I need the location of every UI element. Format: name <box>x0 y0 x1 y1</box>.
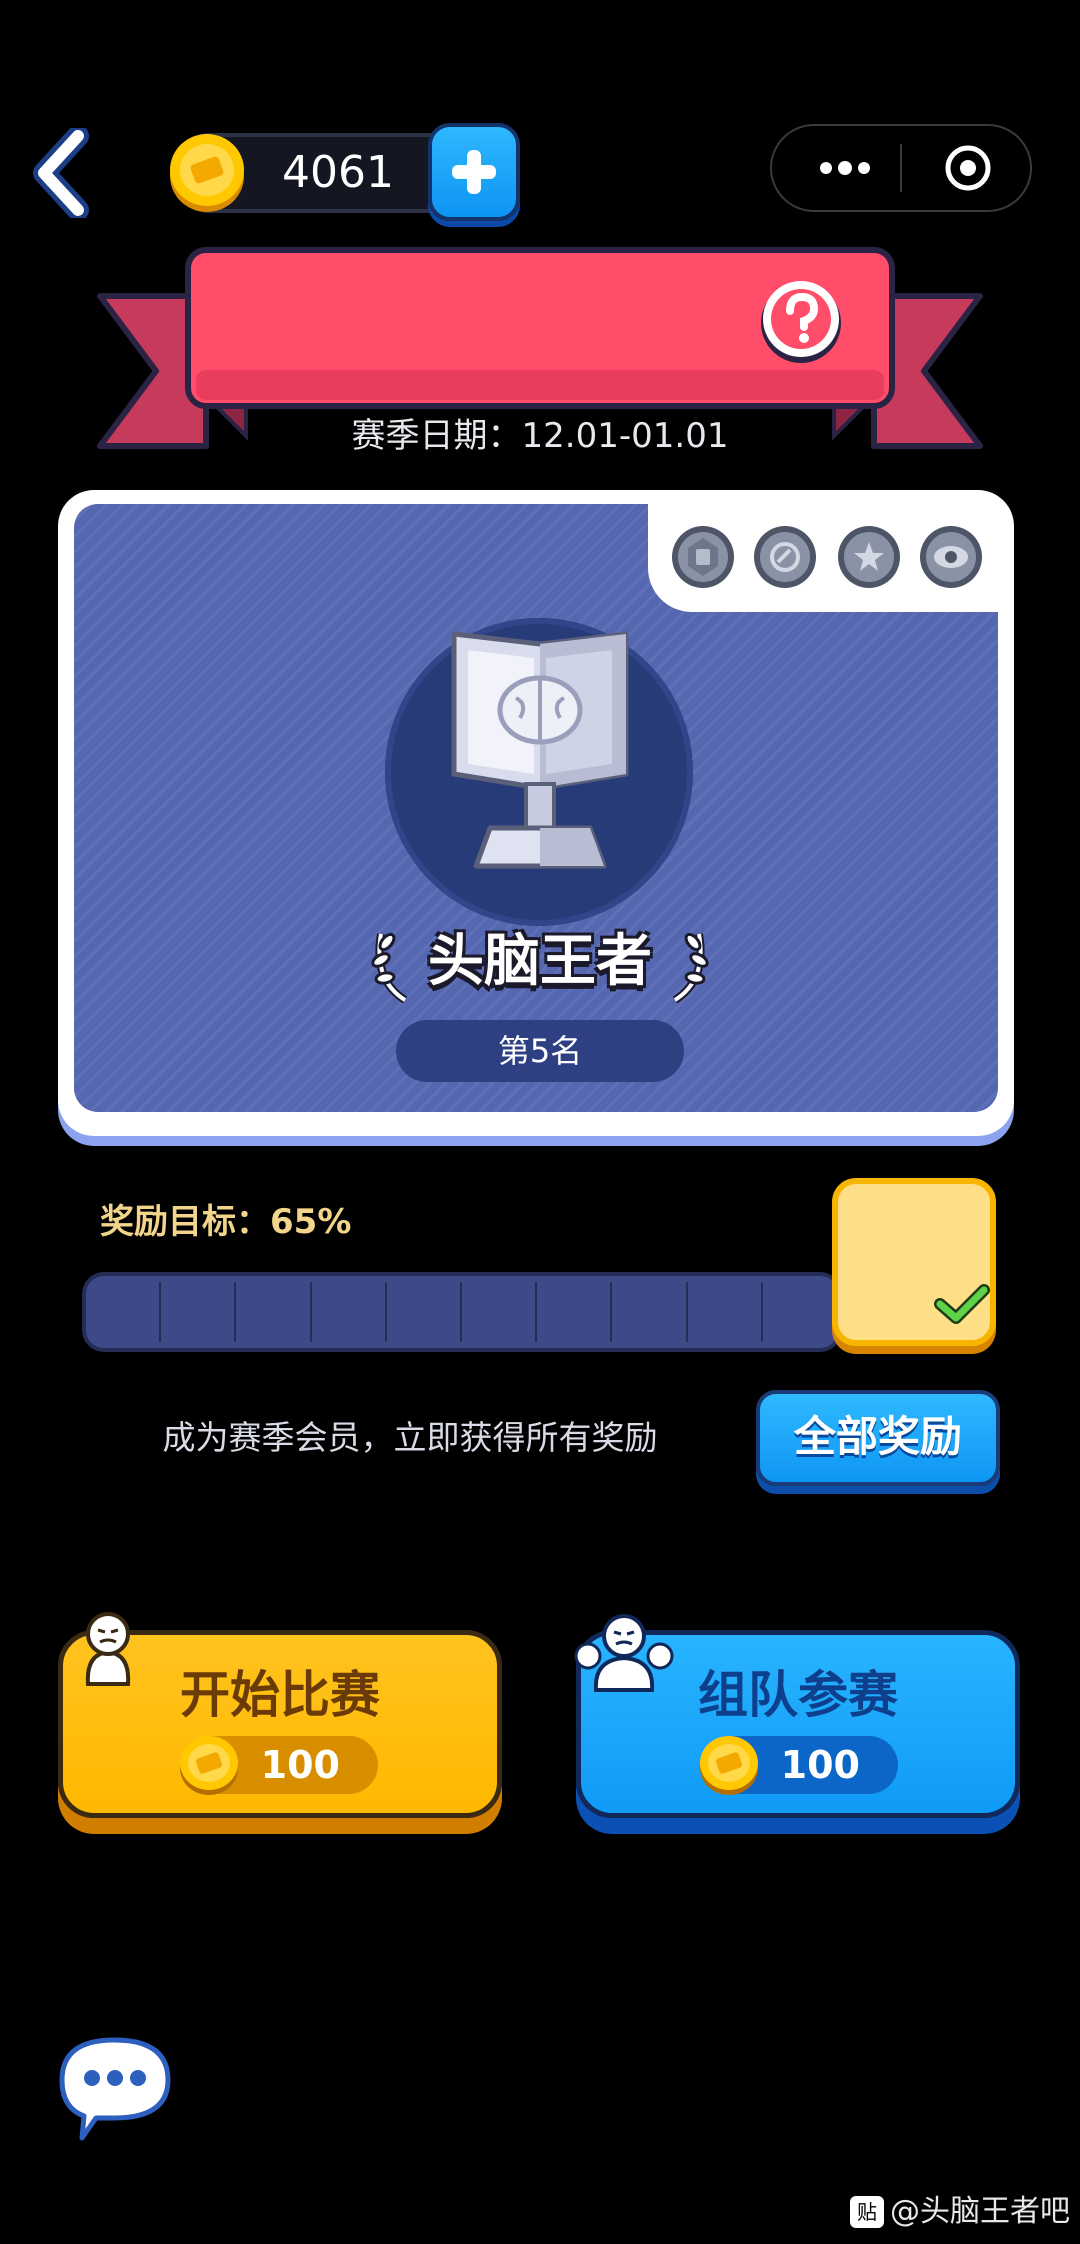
coin-balance-value: 4061 <box>282 147 394 198</box>
gold-coin-icon <box>700 1736 758 1795</box>
vip-promo-text: 成为赛季会员，立即获得所有奖励 <box>162 1418 658 1457</box>
progress-segment <box>86 1282 162 1342</box>
rank-title: 头脑王者 <box>428 929 652 994</box>
progress-segment <box>688 1282 763 1342</box>
reward-target-label: 奖励目标：65% <box>100 1202 352 1242</box>
add-coins-button[interactable] <box>428 123 520 221</box>
progress-segment <box>161 1282 237 1342</box>
all-rewards-button[interactable]: 全部奖励 <box>756 1390 1000 1486</box>
rank-badge-1-icon[interactable] <box>670 524 736 590</box>
single-player-icon <box>85 1612 131 1686</box>
progress-segment <box>236 1282 312 1342</box>
rank-badge-4-icon[interactable] <box>918 524 984 590</box>
target-circle-icon[interactable] <box>920 140 1010 196</box>
reward-progress-bar <box>82 1272 842 1352</box>
progress-segment <box>612 1282 688 1342</box>
more-dots-icon[interactable] <box>800 140 890 196</box>
laurel-left-icon <box>371 932 408 1004</box>
rank-position-badge: 第5名 <box>396 1020 684 1082</box>
team-players-icon <box>574 1614 674 1692</box>
capsule-divider <box>900 144 902 192</box>
checkmark-icon <box>934 1284 990 1324</box>
gold-coin-icon <box>180 1736 238 1795</box>
rank-badge-3-icon[interactable] <box>836 524 902 590</box>
laurel-right-icon <box>672 932 709 1004</box>
brain-book-trophy-icon <box>451 631 629 869</box>
season-date: 赛季日期：12.01-01.01 <box>351 416 729 456</box>
question-mark-icon[interactable] <box>756 275 846 365</box>
progress-segment <box>537 1282 613 1342</box>
watermark-text: @头脑王者吧 <box>890 2194 1070 2229</box>
progress-segment <box>763 1282 836 1342</box>
progress-segment <box>387 1282 462 1342</box>
progress-segment <box>462 1282 538 1342</box>
gold-coin-icon <box>170 134 244 212</box>
back-button[interactable] <box>30 128 100 218</box>
progress-segment <box>312 1282 387 1342</box>
rank-badge-2-icon[interactable] <box>752 524 818 590</box>
chat-bubble-icon[interactable] <box>56 2034 174 2142</box>
